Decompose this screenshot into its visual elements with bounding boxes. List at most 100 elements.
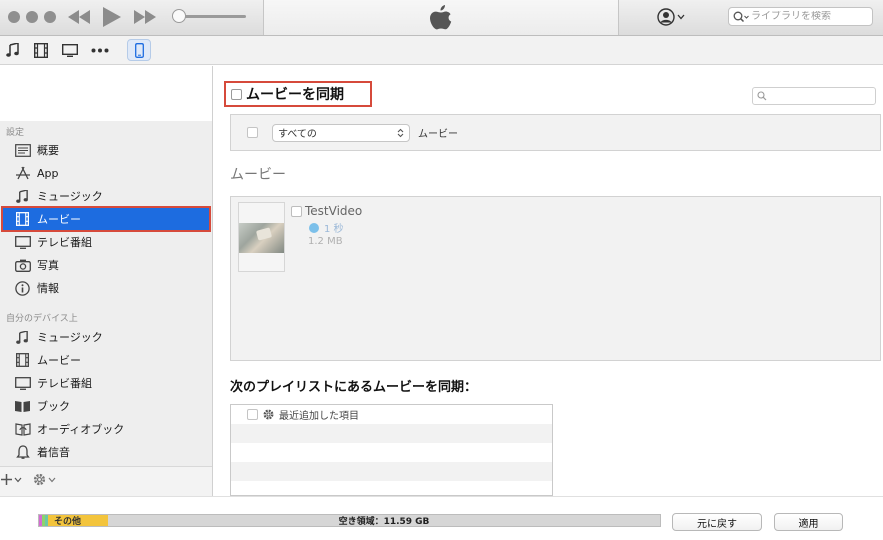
- sidebar-item-photos[interactable]: 写真: [2, 254, 210, 276]
- tv-kind-button[interactable]: [58, 39, 82, 61]
- playlist-section-title: 次のプレイリストにあるムービーを同期：: [230, 380, 478, 395]
- capacity-bar-area: その他 空き領域：11.59 GB 元に戻す 適用: [0, 496, 883, 540]
- sidebar-item-label: テレビ番組: [37, 377, 92, 390]
- sidebar-item-label: ムービー: [37, 213, 81, 226]
- user-account-icon: [657, 8, 675, 26]
- tv-icon: [14, 375, 31, 391]
- playlist-checkbox[interactable]: [247, 409, 258, 420]
- music-kind-button[interactable]: [1, 39, 25, 61]
- device-button[interactable]: [127, 39, 151, 61]
- sidebar-item-device-music[interactable]: ミュージック: [2, 326, 210, 348]
- sidebar-item-music[interactable]: ミュージック: [2, 185, 210, 207]
- capacity-free-label: 空き領域：11.59 GB: [338, 517, 430, 527]
- device-header-area: [0, 66, 212, 121]
- revert-button[interactable]: 元に戻す: [672, 513, 762, 531]
- sidebar-item-info[interactable]: 情報: [2, 277, 210, 299]
- search-icon: [733, 11, 749, 22]
- sidebar-item-summary[interactable]: 概要: [2, 139, 210, 161]
- capacity-other-label: その他: [54, 517, 82, 527]
- settings-menu-button[interactable]: [32, 472, 56, 487]
- bell-icon: [14, 444, 31, 460]
- sidebar-item-app[interactable]: App: [2, 162, 210, 184]
- movie-checkbox[interactable]: [291, 205, 302, 217]
- device-section-header: 自分のデバイス上: [6, 314, 78, 324]
- plus-icon: [1, 474, 12, 485]
- capacity-segment-free: 空き領域：11.59 GB: [108, 515, 660, 526]
- capacity-segment-other: その他: [48, 515, 108, 526]
- movie-duration: 1 秒: [309, 220, 344, 235]
- include-filter-checkbox[interactable]: [247, 127, 258, 138]
- zoom-window-button[interactable]: [44, 11, 56, 23]
- movie-title: TestVideo: [305, 204, 363, 218]
- movie-thumbnail[interactable]: [238, 202, 285, 272]
- film-icon: [14, 211, 31, 227]
- sidebar-item-label: テレビ番組: [37, 236, 92, 249]
- play-icon: [103, 7, 121, 27]
- sidebar-item-tv-shows[interactable]: テレビ番組: [2, 231, 210, 253]
- volume-slider-handle[interactable]: [172, 9, 186, 23]
- summary-icon: [14, 142, 31, 158]
- add-button[interactable]: [0, 473, 22, 486]
- movies-search-field[interactable]: [752, 87, 876, 105]
- movie-filter-select[interactable]: すべての: [272, 123, 410, 142]
- movie-filter-panel: すべての ムービー: [230, 114, 881, 151]
- fast-forward-icon: [134, 10, 156, 24]
- volume-slider-track[interactable]: [178, 15, 246, 18]
- music-note-icon: [14, 188, 31, 204]
- sidebar-item-label: 写真: [37, 259, 59, 272]
- sidebar-item-label: 着信音: [37, 446, 70, 459]
- iphone-icon: [134, 42, 144, 58]
- list-item-empty: [231, 443, 552, 462]
- close-window-button[interactable]: [8, 11, 20, 23]
- more-kinds-button[interactable]: [88, 39, 112, 61]
- music-note-icon: [14, 329, 31, 345]
- sidebar-footer: [0, 466, 212, 496]
- movies-kind-button[interactable]: [29, 39, 53, 61]
- sidebar-item-device-books[interactable]: ブック: [2, 395, 210, 417]
- library-search[interactable]: [728, 7, 873, 26]
- list-item-empty: [231, 462, 552, 481]
- previous-track-button[interactable]: [66, 6, 92, 28]
- sidebar-item-label: ブック: [37, 400, 70, 413]
- sidebar-item-label: オーディオブック: [37, 423, 125, 436]
- list-item-empty: [231, 481, 552, 495]
- status-display: [263, 0, 619, 35]
- chevron-down-icon: [48, 477, 56, 482]
- rewind-icon: [68, 10, 90, 24]
- sidebar-item-movies[interactable]: ムービー: [1, 206, 211, 232]
- movie-size: 1.2 MB: [308, 236, 343, 247]
- sidebar-item-device-movies[interactable]: ムービー: [2, 349, 210, 371]
- sync-movies-toggle[interactable]: ムービーを同期: [224, 81, 372, 107]
- search-icon: [757, 91, 767, 101]
- play-button[interactable]: [100, 6, 124, 28]
- sync-movies-checkbox[interactable]: [231, 88, 242, 100]
- unwatched-dot-icon: [309, 222, 319, 233]
- movie-item[interactable]: TestVideo: [291, 204, 362, 218]
- apple-logo-icon: [430, 4, 452, 29]
- account-button[interactable]: [657, 7, 685, 27]
- list-item-empty: [231, 424, 552, 443]
- audiobook-icon: [14, 421, 31, 437]
- playlist-list: 最近追加した項目: [230, 404, 553, 496]
- apply-button[interactable]: 適用: [774, 513, 843, 531]
- chevron-down-icon: [14, 477, 22, 482]
- app-store-icon: [14, 165, 31, 181]
- capacity-bar: その他 空き領域：11.59 GB: [38, 514, 661, 527]
- movie-filter-suffix: ムービー: [418, 129, 458, 140]
- book-icon: [14, 398, 31, 414]
- next-track-button[interactable]: [132, 6, 158, 28]
- sidebar-item-label: ムービー: [37, 354, 81, 367]
- minimize-window-button[interactable]: [26, 11, 38, 23]
- sidebar-item-device-tv-shows[interactable]: テレビ番組: [2, 372, 210, 394]
- sidebar-item-device-ringtones[interactable]: 着信音: [2, 441, 210, 463]
- library-search-input[interactable]: [751, 11, 861, 22]
- updown-chevron-icon: [397, 128, 404, 137]
- more-icon: [91, 48, 109, 52]
- sidebar-item-device-audiobooks[interactable]: オーディオブック: [2, 418, 210, 440]
- sidebar-item-label: 概要: [37, 144, 59, 157]
- movies-section-title: ムービー: [230, 167, 286, 183]
- sidebar-item-label: 情報: [37, 282, 59, 295]
- film-icon: [34, 42, 48, 58]
- sidebar-item-label: ミュージック: [37, 190, 103, 203]
- list-item[interactable]: 最近追加した項目: [231, 405, 552, 424]
